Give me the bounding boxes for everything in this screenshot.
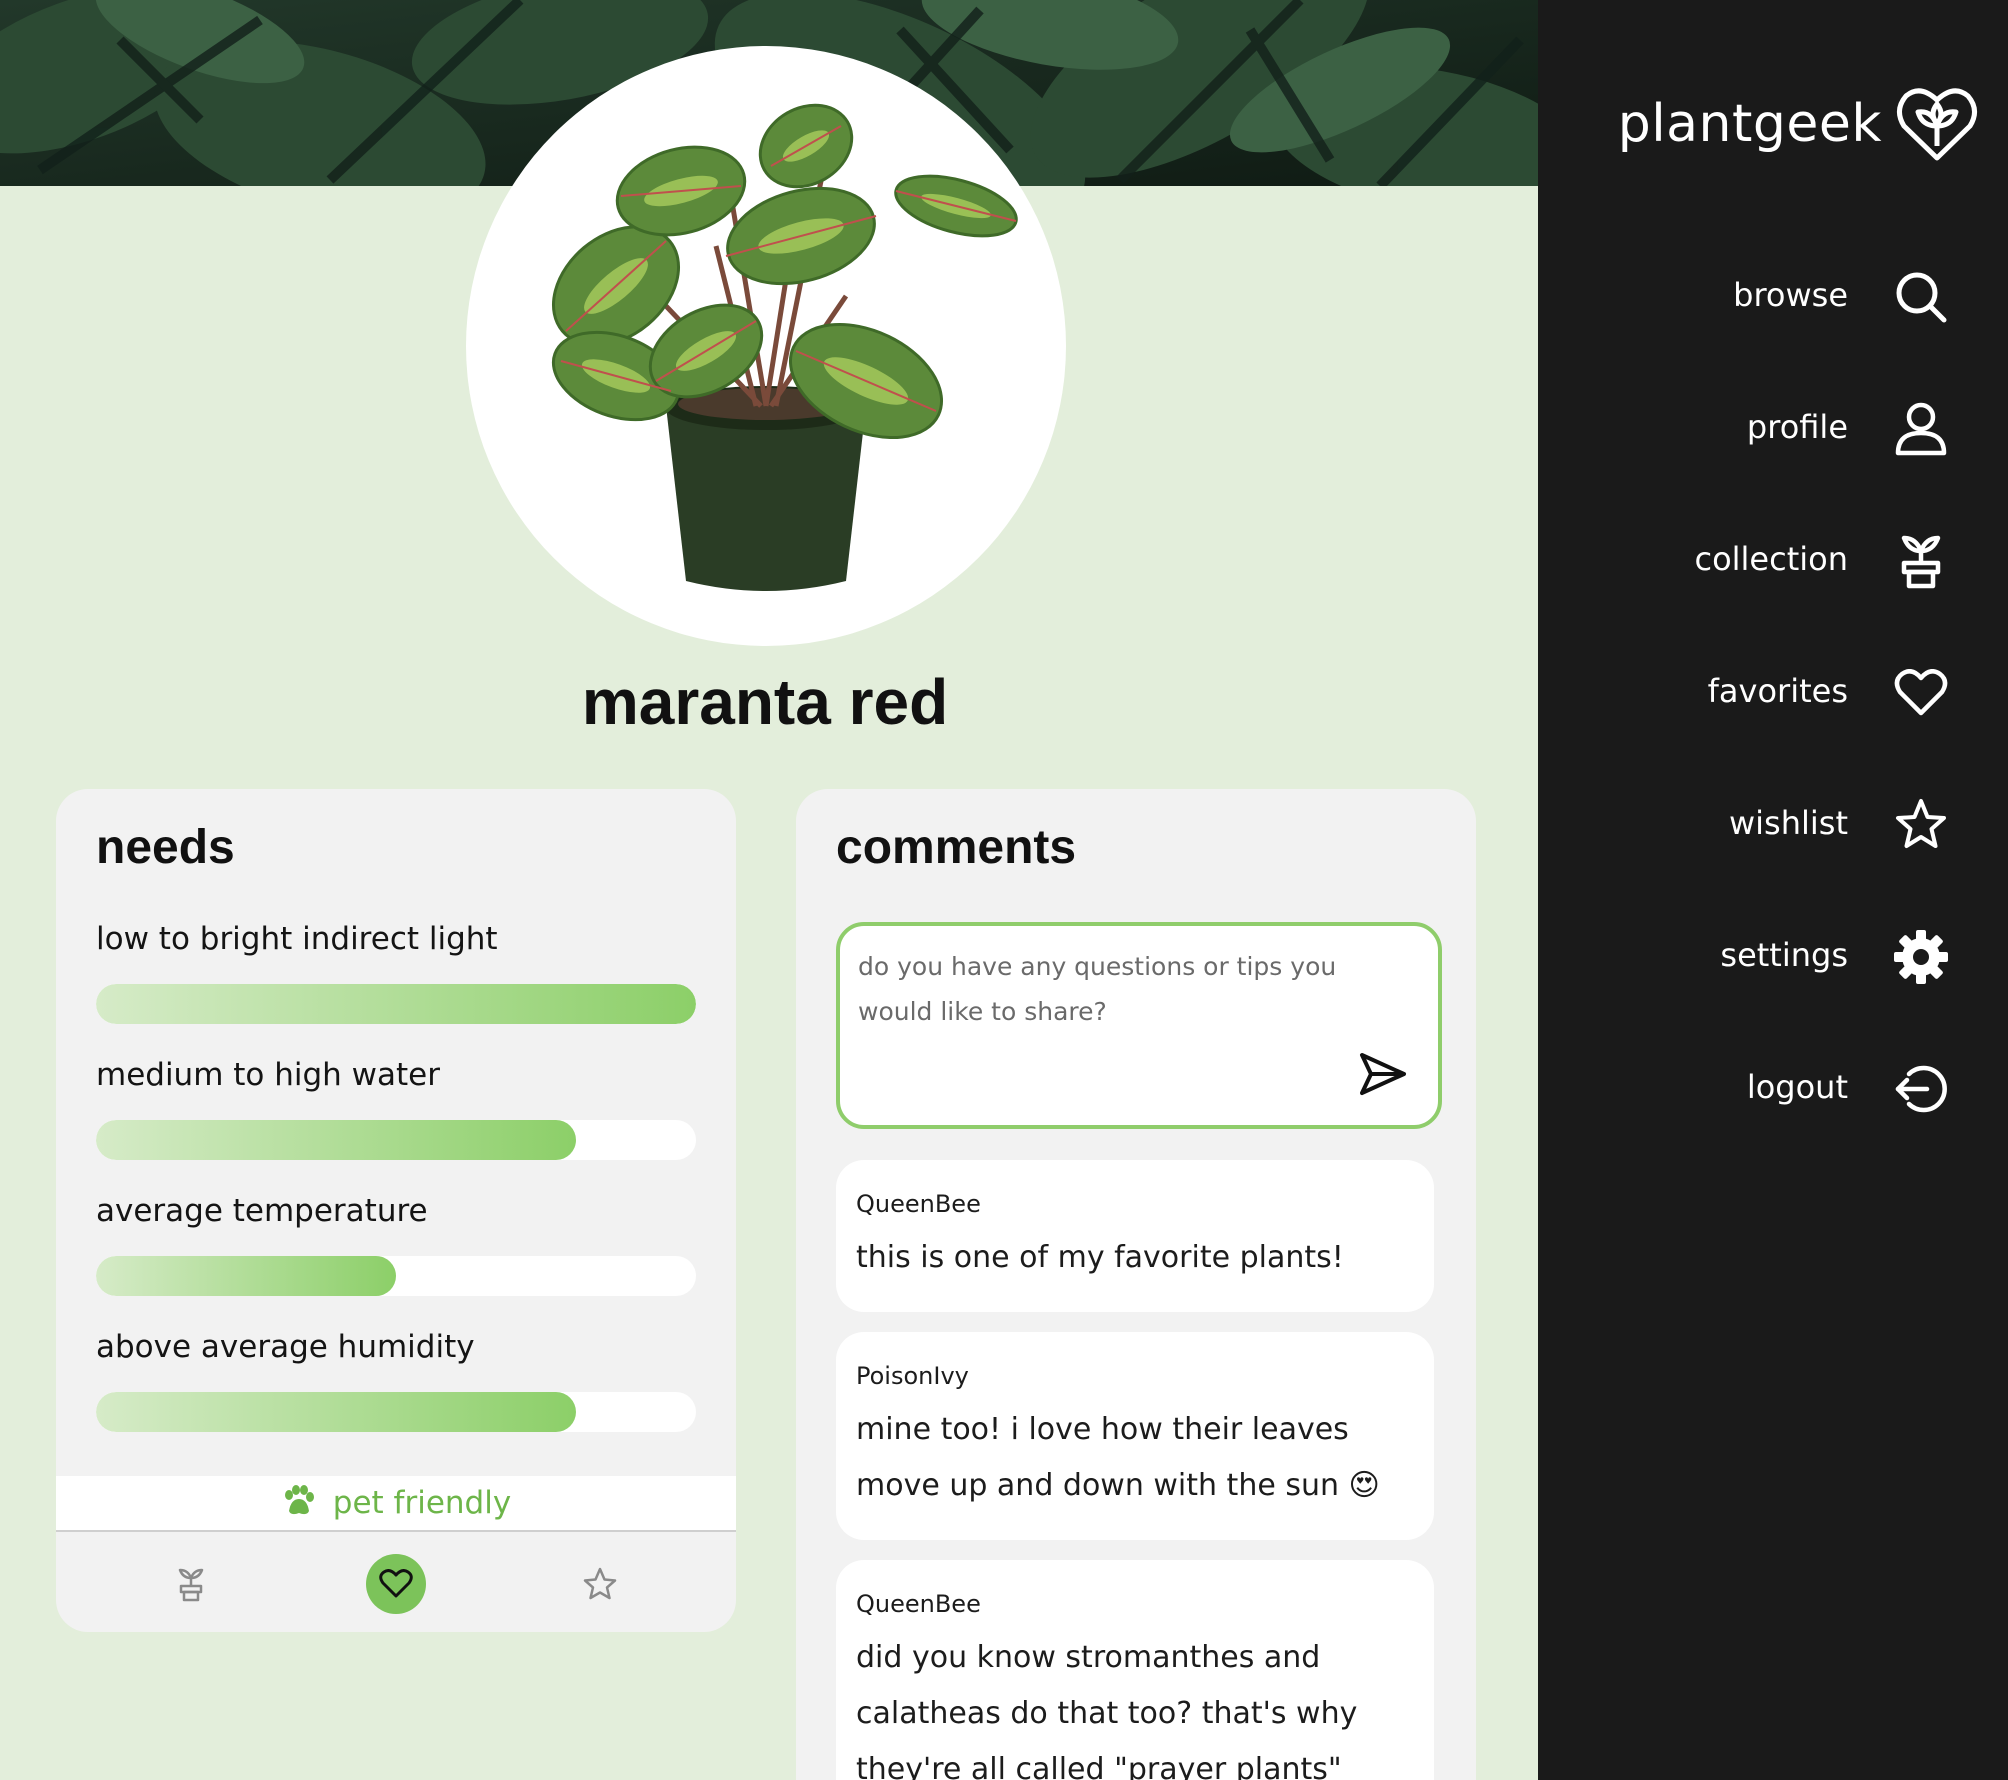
comment-author[interactable]: QueenBee	[856, 1590, 1414, 1630]
comments-card: comments QueenBee this is one of my favo…	[796, 789, 1476, 1780]
comment-item: PoisonIvy mine too! i love how their lea…	[836, 1332, 1434, 1540]
sidebar-item-label: logout	[1746, 1068, 1848, 1106]
comment-author[interactable]: QueenBee	[856, 1190, 1414, 1230]
comments-heading: comments	[836, 821, 1077, 874]
needs-heading: needs	[96, 821, 235, 874]
sidebar-item-wishlist[interactable]: wishlist	[1538, 790, 2008, 860]
comment-item: QueenBee did you know stromanthes and ca…	[836, 1560, 1434, 1780]
sidebar-item-profile[interactable]: profile	[1538, 394, 2008, 464]
pet-friendly-badge: pet friendly	[56, 1476, 736, 1532]
sidebar-item-favorites[interactable]: favorites	[1538, 658, 2008, 728]
comment-author[interactable]: PoisonIvy	[856, 1362, 1414, 1402]
add-to-wishlist-button[interactable]	[570, 1554, 630, 1614]
plantgeek-logo-icon	[1896, 86, 1978, 166]
need-water: medium to high water	[96, 1057, 696, 1160]
sidebar-item-label: settings	[1720, 936, 1848, 974]
comment-text: mine too! i love how their leaves move u…	[856, 1412, 1380, 1503]
need-label: medium to high water	[96, 1057, 440, 1093]
need-bar-track	[96, 1120, 696, 1160]
comment-text: did you know stromanthes and calatheas d…	[856, 1640, 1358, 1780]
user-icon	[1890, 398, 1952, 460]
heart-icon	[1890, 662, 1952, 724]
star-icon	[583, 1567, 617, 1600]
sidebar-item-label: browse	[1733, 276, 1848, 314]
need-bar-track	[96, 984, 696, 1024]
need-bar-fill	[96, 1120, 576, 1160]
need-bar-track	[96, 1256, 696, 1296]
sidebar-item-logout[interactable]: logout	[1538, 1054, 2008, 1124]
add-to-favorites-button[interactable]	[366, 1554, 426, 1614]
plant-pot-icon	[1890, 530, 1952, 592]
comment-input[interactable]	[858, 944, 1358, 1084]
logout-icon	[1890, 1058, 1952, 1120]
sidebar-nav: plantgeek browse profile collection favo…	[1538, 0, 2008, 1780]
star-icon	[1890, 794, 1952, 856]
comment-item: QueenBee this is one of my favorite plan…	[836, 1160, 1434, 1312]
brand-name: plantgeek	[1617, 94, 1882, 154]
heart-icon	[379, 1569, 413, 1598]
need-bar-fill	[96, 984, 696, 1024]
comment-composer	[836, 922, 1442, 1129]
plant-name-title: maranta red	[581, 666, 949, 738]
sidebar-item-collection[interactable]: collection	[1538, 526, 2008, 596]
need-label: low to bright indirect light	[96, 921, 498, 957]
add-to-collection-button[interactable]	[161, 1554, 221, 1614]
plant-actions	[56, 1554, 736, 1618]
need-temperature: average temperature	[96, 1193, 696, 1296]
sidebar-item-label: profile	[1746, 408, 1848, 446]
need-label: average temperature	[96, 1193, 428, 1229]
need-bar-fill	[96, 1256, 396, 1296]
sidebar-item-label: favorites	[1707, 672, 1848, 710]
comment-text: this is one of my favorite plants!	[856, 1240, 1344, 1275]
send-icon	[1360, 1053, 1406, 1095]
need-humidity: above average humidity	[96, 1329, 696, 1432]
needs-card: needs low to bright indirect light mediu…	[56, 789, 736, 1632]
need-bar-track	[96, 1392, 696, 1432]
search-icon	[1890, 266, 1952, 328]
paw-icon	[281, 1485, 315, 1521]
sidebar-item-label: wishlist	[1728, 804, 1848, 842]
need-label: above average humidity	[96, 1329, 475, 1365]
plant-pot-icon	[178, 1568, 204, 1602]
pet-friendly-label: pet friendly	[332, 1485, 512, 1521]
sidebar-item-label: collection	[1694, 540, 1848, 578]
sidebar-item-settings[interactable]: settings	[1538, 922, 2008, 992]
plant-photo	[466, 46, 1066, 646]
need-light: low to bright indirect light	[96, 921, 696, 1024]
need-bar-fill	[96, 1392, 576, 1432]
gear-icon	[1890, 926, 1952, 988]
sidebar-item-browse[interactable]: browse	[1538, 262, 2008, 332]
send-comment-button[interactable]	[1355, 1046, 1411, 1102]
brand[interactable]: plantgeek	[1598, 86, 1978, 176]
